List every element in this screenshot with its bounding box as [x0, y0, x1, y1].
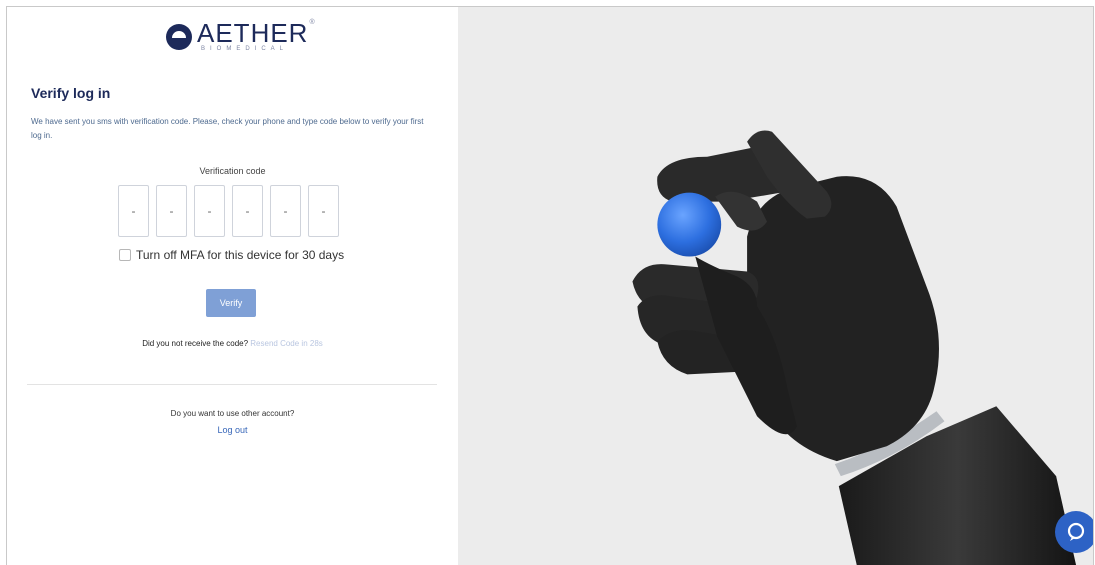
- code-digit-6[interactable]: -: [308, 185, 339, 237]
- verify-button[interactable]: Verify: [206, 289, 256, 317]
- code-digit-1[interactable]: -: [118, 185, 149, 237]
- code-digit-4[interactable]: -: [232, 185, 263, 237]
- brand-logo: AETHER® BIOMEDICAL: [165, 19, 315, 52]
- resend-code-link[interactable]: Resend Code in 28s: [250, 339, 323, 348]
- chat-launcher-button[interactable]: [1055, 511, 1093, 553]
- resend-question: Did you not receive the code?: [142, 339, 249, 348]
- hero-image-panel: [458, 7, 1093, 565]
- brand-trademark: ®: [309, 19, 315, 26]
- resend-row: Did you not receive the code? Resend Cod…: [7, 339, 458, 348]
- mfa-option[interactable]: Turn off MFA for this device for 30 days: [119, 248, 344, 262]
- code-digit-2[interactable]: -: [156, 185, 187, 237]
- chat-bubble-icon: [1067, 522, 1085, 541]
- verification-code-inputs: - - - - - -: [118, 185, 346, 237]
- verification-code-label: Verification code: [199, 166, 266, 176]
- brand-name: AETHER: [197, 18, 309, 48]
- logout-link[interactable]: Log out: [7, 425, 458, 435]
- mfa-checkbox[interactable]: [119, 249, 131, 261]
- page-title: Verify log in: [31, 85, 111, 101]
- aether-logo-icon: [166, 24, 192, 50]
- brand-wordmark: AETHER® BIOMEDICAL: [197, 19, 315, 52]
- login-panel: AETHER® BIOMEDICAL Verify log in We have…: [7, 7, 458, 565]
- page-description: We have sent you sms with verification c…: [31, 117, 424, 140]
- mfa-label: Turn off MFA for this device for 30 days: [136, 248, 345, 262]
- code-digit-5[interactable]: -: [270, 185, 301, 237]
- code-digit-3[interactable]: -: [194, 185, 225, 237]
- browser-viewport: AETHER® BIOMEDICAL Verify log in We have…: [6, 6, 1094, 565]
- other-account-question: Do you want to use other account?: [170, 409, 295, 418]
- prosthetic-hand-image: [632, 130, 1077, 565]
- divider: [27, 384, 437, 385]
